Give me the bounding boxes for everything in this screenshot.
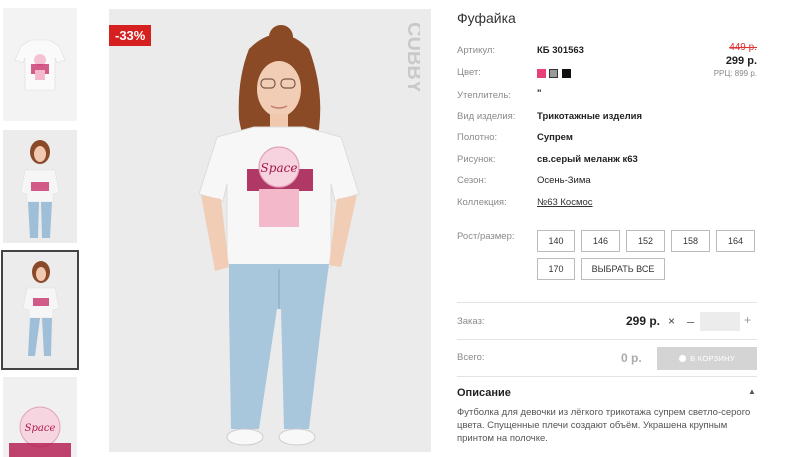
add-to-cart-label: В КОРЗИНУ [690, 354, 735, 363]
total-price: 0 р. [621, 351, 642, 365]
spec-value-type: Трикотажные изделия [537, 111, 643, 122]
spec-value-fabric: Супрем [537, 132, 573, 143]
size-152-button[interactable]: 152 [626, 230, 665, 252]
divider [457, 376, 757, 377]
discount-badge: -33% [109, 25, 152, 46]
print-text: Space [25, 423, 56, 434]
spec-label-fabric: Полотно: [457, 132, 498, 143]
order-multiply-sign: × [668, 314, 676, 328]
thumbnail-3-active[interactable] [1, 250, 79, 370]
rrp-price: РРЦ: 899 р. [713, 69, 757, 78]
model-pose-image [3, 252, 77, 368]
add-to-cart-button[interactable]: В КОРЗИНУ [657, 347, 757, 370]
size-170-button[interactable]: 170 [537, 258, 575, 280]
size-146-button[interactable]: 146 [581, 230, 620, 252]
current-price: 299 р. [725, 55, 757, 67]
order-price: 299 р. [626, 314, 661, 328]
sizes-label: Рост/размер: [457, 231, 515, 242]
spec-value-season: Осень-Зима [537, 175, 591, 186]
spec-value-article: КБ 301563 [537, 45, 584, 56]
thumbnail-2[interactable] [3, 130, 77, 243]
collection-link[interactable]: №63 Космос [537, 197, 593, 208]
size-164-button[interactable]: 164 [716, 230, 755, 252]
collapse-arrow-icon[interactable]: ▲ [748, 387, 756, 396]
spec-value-pattern: св.серый меланж к63 [537, 154, 638, 165]
print-closeup-image: Space [3, 377, 77, 457]
brand-logo: CUBBY [396, 20, 425, 100]
cart-icon [679, 355, 687, 362]
spec-value-insulation: " [537, 88, 542, 99]
size-158-button[interactable]: 158 [671, 230, 710, 252]
quantity-input[interactable] [700, 312, 740, 331]
description-title: Описание [457, 387, 511, 399]
thumbnail-1[interactable] [3, 8, 77, 121]
spec-label-type: Вид изделия: [457, 111, 516, 122]
spec-label-collection: Коллекция: [457, 197, 507, 208]
divider [457, 339, 757, 340]
spec-label-insulation: Утеплитель: [457, 90, 511, 101]
thumbnail-4[interactable]: Space [3, 377, 77, 457]
order-label: Заказ: [457, 316, 485, 327]
brand-name: CUBBY [403, 22, 420, 94]
thumbnail-gallery: Space [0, 0, 84, 457]
color-swatch-grey[interactable] [549, 69, 558, 78]
quantity-decrease-button[interactable]: – [687, 314, 694, 329]
model-front-image [3, 130, 77, 243]
spec-label-article: Артикул: [457, 45, 496, 56]
product-title: Фуфайка [457, 10, 516, 26]
size-140-button[interactable]: 140 [537, 230, 575, 252]
model-photo-image: Space [109, 9, 431, 452]
spec-label-color: Цвет: [457, 67, 481, 78]
select-all-sizes-button[interactable]: ВЫБРАТЬ ВСЕ [581, 258, 665, 280]
tshirt-flat-image [3, 8, 77, 121]
main-product-photo[interactable]: Space [109, 9, 431, 452]
quantity-increase-button[interactable]: + [744, 313, 751, 327]
divider [457, 302, 757, 303]
color-swatch-black[interactable] [562, 69, 571, 78]
description-text: Футболка для девочки из лёгкого трикотаж… [457, 407, 751, 444]
spec-label-season: Сезон: [457, 175, 487, 186]
print-text: Space [261, 161, 298, 175]
total-label: Всего: [457, 352, 485, 363]
spec-label-pattern: Рисунок: [457, 154, 496, 165]
color-swatch-pink[interactable] [537, 69, 546, 78]
old-price: 449 р. [729, 42, 757, 53]
